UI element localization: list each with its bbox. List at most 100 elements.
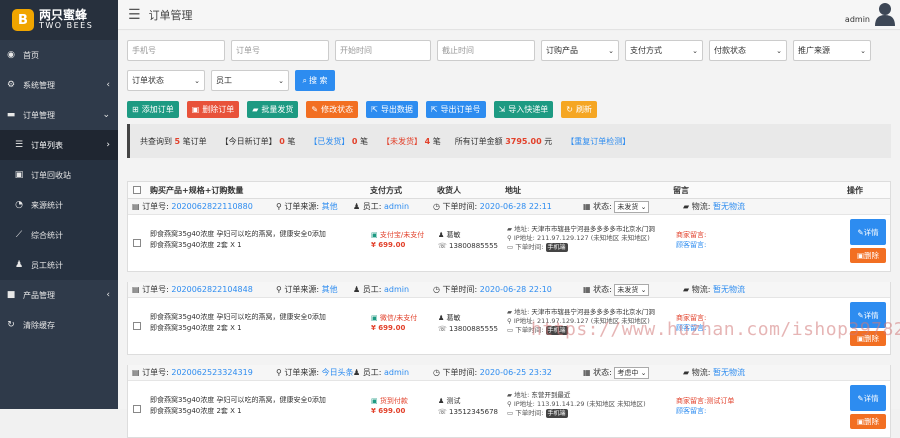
address-text: 天津市市辖县宁河县多多多多市北京水门洞 [531, 225, 655, 233]
action-button-6[interactable]: ⇲ 导入快递单 [493, 101, 554, 118]
file-icon: ▤ [132, 202, 143, 211]
order-status-select[interactable]: 未发货 ⌄ [614, 283, 650, 296]
sidebar-item-2[interactable]: ▬ 订单管理 ⌄ [0, 100, 118, 130]
delete-button[interactable]: ▣ 删除 [850, 414, 886, 429]
product-line: 即食燕窝35g40浓度 2套 X 1 [150, 407, 242, 415]
sidebar-item-6[interactable]: ⟋ 综合统计 [0, 220, 118, 250]
user-name[interactable]: admin [845, 15, 870, 24]
sidebar-item-0[interactable]: ◉ 首页 [0, 40, 118, 70]
receiver-name: 葛敏 [446, 314, 461, 322]
pin-icon: ⚲ [276, 202, 285, 211]
hamburger-menu-icon[interactable]: ☰ [128, 7, 141, 23]
list-icon: ☰ [14, 140, 24, 150]
sidebar-item-label: 产品管理 [23, 290, 55, 300]
sidebar-item-label: 首页 [23, 50, 39, 60]
order-logistics[interactable]: 暂无物流 [713, 367, 745, 378]
action-button-4[interactable]: ⇱ 导出数据 [366, 101, 418, 118]
sidebar-item-9[interactable]: ↻ 清除缓存 [0, 310, 118, 340]
sidebar-item-4[interactable]: ▣ 订单回收站 [0, 160, 118, 190]
sidebar: B 两只蜜蜂 TWO BEES ◉ 首页 ⚙ 系统管理 ‹ ▬ 订单管理 ⌄ ☰ 订单列表 › ▣ 订单… [0, 0, 118, 409]
order-no[interactable]: 2020062523324319 [171, 368, 252, 377]
delete-button-label: 删除 [864, 251, 880, 260]
source-select-value: 推广来源 [798, 46, 830, 55]
order-checkbox[interactable] [133, 239, 141, 247]
user-menu[interactable]: admin [845, 2, 896, 26]
main-content: 手机号 订单号 开始时间 截止时间 订购产品 ⌄ 支付方式 ⌄ 付款状态 ⌄ 推广来源… [118, 31, 900, 438]
stats-unshipped-unit: 笔 [432, 136, 441, 146]
sidebar-item-1[interactable]: ⚙ 系统管理 ‹ [0, 70, 118, 100]
pin-icon: ⚲ [507, 317, 514, 325]
staff-label: 员工: [362, 202, 382, 211]
action-button-1[interactable]: ▣ 删除订单 [186, 101, 240, 118]
chevron-down-icon: ⌄ [776, 46, 782, 55]
product-select[interactable]: 订购产品 ⌄ [541, 40, 619, 61]
sidebar-item-label: 清除缓存 [23, 320, 55, 330]
detail-button[interactable]: ✎详情 [850, 219, 886, 245]
ip-label: IP地址: [513, 400, 535, 408]
stats-unshipped-count: 4 [424, 136, 431, 146]
order-status-select[interactable]: 订单状态 ⌄ [127, 70, 205, 91]
pay-status-select[interactable]: 付款状态 ⌄ [709, 40, 787, 61]
order-status-select[interactable]: 考虑中 ⌄ [614, 366, 650, 379]
staff-select[interactable]: 员工 ⌄ [211, 70, 289, 91]
product-line: 即食燕窝35g40浓度 2套 X 1 [150, 324, 242, 332]
stats-shipped-count: 0 [351, 136, 358, 146]
address-text: 天津市市辖县宁河县多多多多市北京水门洞 [531, 308, 655, 316]
order-checkbox[interactable] [133, 322, 141, 330]
action-toolbar: ⊞ 添加订单 ▣ 删除订单 ▰ 批量发货 ✎ 修改状态 ⇱ 导出数据 ⇱ 导出订单号 ⇲ 导入快递单 ↻ 刷新 [127, 101, 605, 118]
phone-input[interactable]: 手机号 [127, 40, 225, 61]
start-time-input[interactable]: 开始时间 [335, 40, 431, 61]
device-tag: 手机端 [545, 243, 568, 252]
sidebar-item-5[interactable]: ◔ 来源统计 [0, 190, 118, 220]
sidebar-item-7[interactable]: ♟ 员工统计 [0, 250, 118, 280]
action-button-3[interactable]: ✎ 修改状态 [306, 101, 359, 118]
select-all-checkbox[interactable] [133, 186, 141, 194]
order-logistics[interactable]: 暂无物流 [713, 201, 745, 212]
calendar-icon: ▦ [583, 368, 594, 377]
stats-shipped-label[interactable]: 【已发货】 [309, 137, 349, 146]
receiver-name: 测试 [446, 397, 461, 405]
order-time: 2020-06-28 22:11 [479, 202, 552, 211]
order-source: 其他 [321, 285, 338, 294]
order-no[interactable]: 2020062822110880 [171, 202, 252, 211]
end-time-input[interactable]: 截止时间 [437, 40, 535, 61]
source-select[interactable]: 推广来源 ⌄ [793, 40, 871, 61]
detail-button-label: 详情 [863, 393, 879, 403]
alipay-icon: ▣ [371, 231, 380, 239]
product-line: 即食燕窝35g40浓度 孕妇可以吃的燕窝，健康安全0添加 [150, 230, 326, 238]
user-icon: ♟ [438, 397, 447, 405]
action-button-7[interactable]: ↻ 刷新 [561, 101, 597, 118]
sidebar-item-3[interactable]: ☰ 订单列表 › [0, 130, 118, 160]
order-status-select[interactable]: 未发货 ⌄ [614, 200, 650, 213]
sidebar-item-label: 综合统计 [31, 230, 63, 240]
duplicate-check-link[interactable]: 【重复订单检测】 [566, 136, 630, 147]
payment-select[interactable]: 支付方式 ⌄ [625, 40, 703, 61]
truck-icon: ▣ [371, 397, 380, 405]
address-label: 地址: [514, 308, 530, 316]
action-button-0[interactable]: ⊞ 添加订单 [127, 101, 179, 118]
order-no[interactable]: 2020062822104848 [171, 285, 252, 294]
search-button[interactable]: ⌕ 搜 索 [295, 70, 335, 91]
export-icon: ⇱ [430, 105, 438, 114]
order-logistics[interactable]: 暂无物流 [713, 284, 745, 295]
action-button-2[interactable]: ▰ 批量发货 [247, 101, 299, 118]
order-no-input[interactable]: 订单号 [231, 40, 329, 61]
logo: B 两只蜜蜂 TWO BEES [0, 0, 118, 40]
refresh-icon: ↻ [7, 320, 15, 330]
delete-button[interactable]: ▣ 删除 [850, 248, 886, 263]
column-header-actions: 操作 [847, 185, 863, 195]
user-avatar-icon[interactable] [874, 2, 896, 26]
order-status-value: 未发货 [617, 202, 639, 211]
sidebar-item-8[interactable]: ■ 产品管理 ‹ [0, 280, 118, 310]
file-icon: ▤ [132, 285, 143, 294]
sidebar-item-label: 来源统计 [31, 200, 63, 210]
action-button-label: 批量发货 [261, 105, 294, 114]
device-tag: 手机端 [545, 409, 568, 418]
order-table: 购买产品+规格+订购数量 支付方式 收货人 地址 留言 操作 ▤ 订单号: 20… [127, 181, 891, 438]
stats-unshipped-label[interactable]: 【未发货】 [382, 137, 422, 146]
order-checkbox[interactable] [133, 405, 141, 413]
detail-button[interactable]: ✎详情 [850, 385, 886, 411]
import-icon: ⇲ [498, 105, 506, 114]
action-button-5[interactable]: ⇱ 导出订单号 [425, 101, 486, 118]
order-no-label: 订单号: [142, 368, 169, 377]
